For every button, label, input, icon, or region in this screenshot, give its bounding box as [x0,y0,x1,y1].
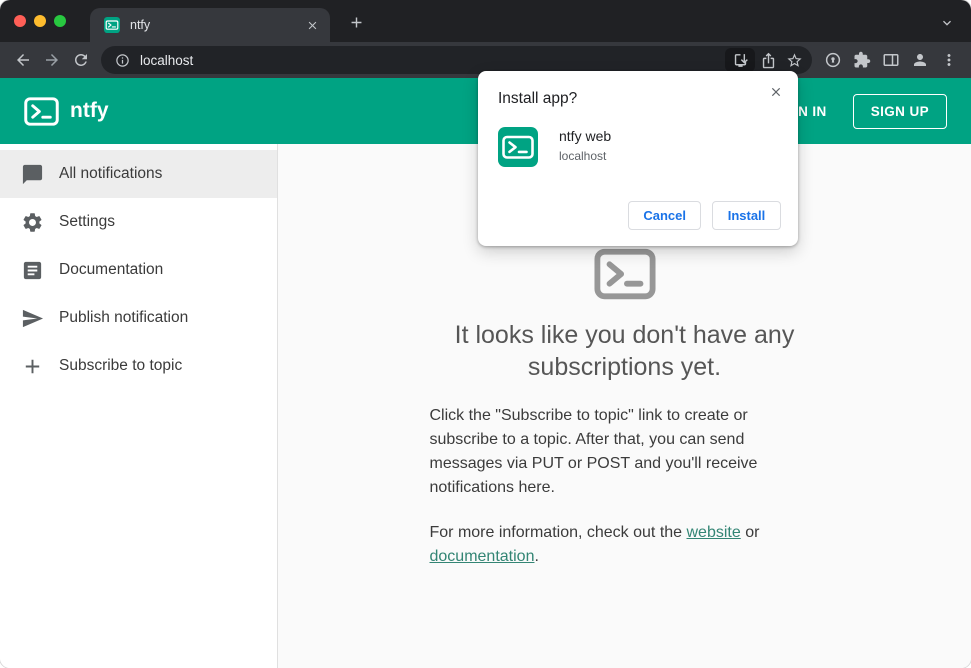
dialog-app-text: ntfy web localhost [559,127,611,163]
reload-button[interactable] [66,46,95,75]
dialog-close-icon[interactable] [765,81,787,103]
chat-bubble-icon [21,163,44,186]
address-bar[interactable]: localhost [101,46,812,74]
dialog-app-origin: localhost [559,149,607,163]
sidebar-item-documentation[interactable]: Documentation [0,246,277,294]
install-button[interactable]: Install [712,201,781,230]
tab-search-chevron-icon[interactable] [937,13,957,33]
share-icon[interactable] [755,48,781,72]
plus-icon [21,355,44,378]
side-panel-icon[interactable] [876,46,905,75]
empty-state-more-info: For more information, check out the webs… [430,521,820,569]
sidebar-item-subscribe-to-topic[interactable]: Subscribe to topic [0,342,277,390]
install-app-dialog: Install app? ntfy web localhost Cancel I… [478,71,798,246]
extension-circle-icon[interactable] [818,46,847,75]
browser-tab[interactable]: ntfy [90,8,330,42]
dialog-title: Install app? [498,90,578,107]
document-icon [21,259,44,282]
more-info-suffix: . [534,548,539,565]
dialog-app-name: ntfy web [559,128,612,144]
bookmark-star-icon[interactable] [781,48,807,72]
ntfy-logo-icon [24,96,59,126]
more-info-prefix: For more information, check out the [429,524,687,541]
dialog-app-info: ntfy web localhost [498,127,781,167]
sidebar-item-label: Publish notification [59,309,189,326]
extensions-puzzle-icon[interactable] [847,46,876,75]
sign-up-button[interactable]: SIGN UP [852,93,947,129]
send-icon [21,307,44,330]
tab-title: ntfy [130,18,151,32]
tab-strip: ntfy [0,0,971,42]
profile-avatar[interactable] [905,46,934,75]
website-link[interactable]: website [687,524,741,541]
dialog-actions: Cancel Install [628,201,781,230]
window-minimize-button[interactable] [34,15,46,27]
menu-dots-icon[interactable] [934,46,963,75]
window-close-button[interactable] [14,15,26,27]
window-maximize-button[interactable] [54,15,66,27]
forward-button[interactable] [37,46,66,75]
tab-close-icon[interactable] [302,15,322,35]
sidebar-item-all-notifications[interactable]: All notifications [0,150,277,198]
sidebar-item-label: Documentation [59,261,164,278]
window-controls [14,15,66,27]
site-info-icon[interactable] [111,49,133,71]
install-app-icon[interactable] [725,48,755,72]
gear-icon [21,211,44,234]
sidebar-item-label: Settings [59,213,116,230]
sidebar-item-settings[interactable]: Settings [0,198,277,246]
sidebar-item-label: Subscribe to topic [59,357,183,374]
ntfy-favicon-icon [104,17,120,33]
sidebar-item-label: All notifications [59,165,163,182]
ntfy-app-icon [498,127,538,167]
sidebar: All notifications Settings Documentation… [0,144,278,668]
empty-state-body: Click the "Subscribe to topic" link to c… [429,407,758,496]
empty-state: It looks like you don't have any subscri… [430,248,820,668]
empty-state-heading: It looks like you don't have any subscri… [454,321,795,381]
back-button[interactable] [8,46,37,75]
more-info-middle: or [740,524,760,541]
sidebar-item-publish-notification[interactable]: Publish notification [0,294,277,342]
cancel-button[interactable]: Cancel [628,201,701,230]
terminal-icon [593,248,656,300]
documentation-link[interactable]: documentation [430,548,535,565]
new-tab-button[interactable] [346,12,366,32]
browser-window: ntfy localhost ntfy SIGN IN SIGN UP All … [0,0,971,668]
url-text: localhost [140,52,194,68]
